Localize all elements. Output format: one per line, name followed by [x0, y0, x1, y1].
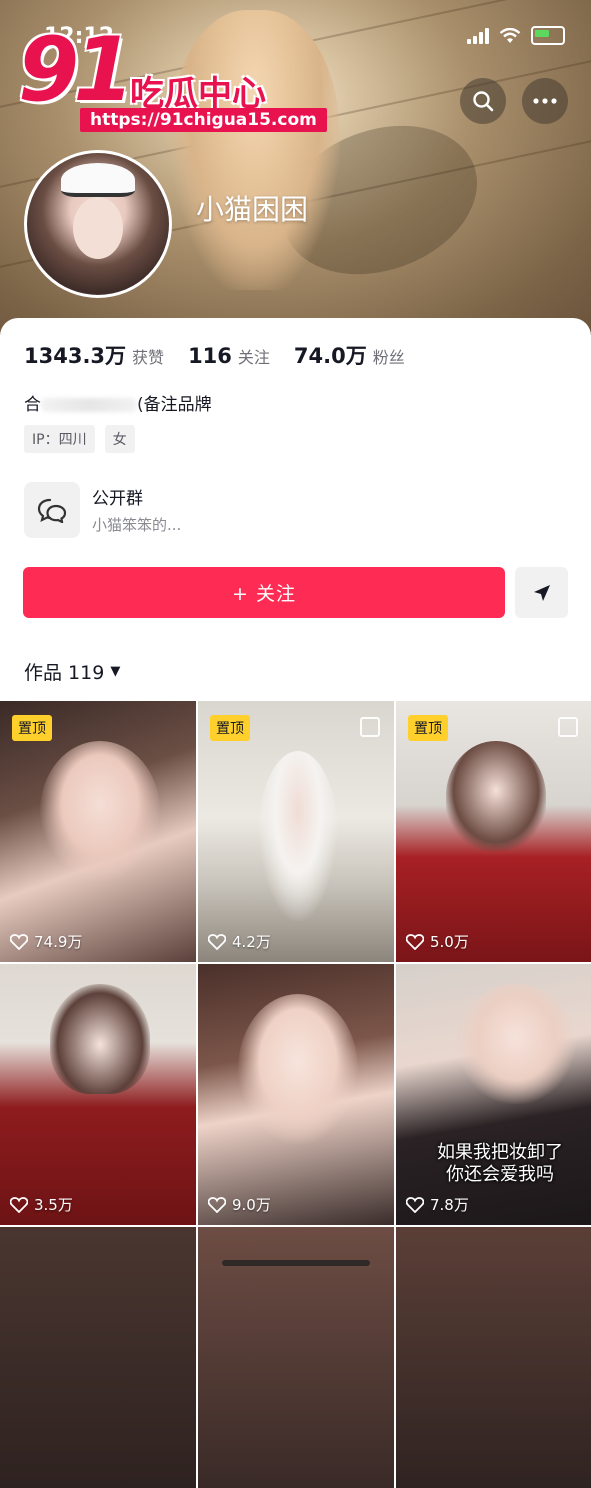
pinned-badge: 置顶 [12, 715, 52, 741]
works-tab[interactable]: 作品 119 ▼ [24, 658, 120, 685]
home-indicator[interactable] [222, 1260, 370, 1266]
video-tile-1[interactable]: 置顶 74.9万 [0, 701, 196, 962]
search-button[interactable] [460, 78, 506, 124]
username: 小猫困困 [196, 193, 309, 226]
video-tile-3[interactable]: 置顶 5.0万 [396, 701, 591, 962]
share-button[interactable] [515, 567, 568, 618]
video-tile-4[interactable]: 3.5万 [0, 964, 196, 1225]
pinned-badge: 置顶 [210, 715, 250, 741]
battery-icon [531, 26, 565, 45]
group-subtitle: 小猫笨笨的... [92, 516, 182, 534]
video-likes: 3.5万 [10, 1194, 73, 1215]
multi-image-icon [558, 717, 578, 737]
heart-icon [10, 933, 28, 950]
signal-icon [467, 27, 489, 44]
heart-icon [208, 933, 226, 950]
video-grid: 置顶 74.9万 置顶 4.2万 置顶 5.0万 3.5万 9.0万 如果我把妆… [0, 701, 591, 1488]
profile-tags: IP：四川 女 [24, 425, 135, 453]
watermark-logo: 91 吃瓜中心 https://91chigua15.com [18, 18, 327, 138]
bio-redacted [41, 398, 137, 412]
chat-group-icon [24, 482, 80, 538]
video-tile-2[interactable]: 置顶 4.2万 [198, 701, 394, 962]
more-icon [533, 98, 557, 104]
gender-tag: 女 [104, 425, 135, 453]
heart-icon [406, 933, 424, 950]
video-tile-7[interactable] [0, 1227, 196, 1488]
search-icon [473, 91, 494, 112]
stat-followers[interactable]: 74.0万 粉丝 [294, 340, 405, 370]
send-icon [533, 584, 550, 601]
video-likes: 4.2万 [208, 931, 271, 952]
stat-likes[interactable]: 1343.3万 获赞 [24, 340, 164, 370]
video-tile-6[interactable]: 如果我把妆卸了 你还会爱我吗 7.8万 [396, 964, 591, 1225]
dropdown-icon: ▼ [110, 664, 121, 679]
video-likes: 74.9万 [10, 931, 82, 952]
video-tile-8[interactable] [198, 1227, 394, 1488]
stat-following[interactable]: 116 关注 [188, 344, 270, 368]
heart-icon [10, 1196, 28, 1213]
avatar[interactable] [24, 150, 172, 298]
bio-text: 合 (备注品牌 [24, 395, 212, 415]
status-icons [467, 26, 565, 45]
video-caption: 如果我把妆卸了 你还会爱我吗 [437, 1142, 563, 1185]
profile-stats: 1343.3万 获赞 116 关注 74.0万 粉丝 [24, 340, 405, 370]
video-likes: 9.0万 [208, 1194, 271, 1215]
heart-icon [406, 1196, 424, 1213]
watermark-number: 91 [18, 18, 134, 121]
follow-button[interactable]: + 关注 [23, 567, 505, 618]
more-button[interactable] [522, 78, 568, 124]
video-likes: 5.0万 [406, 931, 469, 952]
video-tile-9[interactable] [396, 1227, 591, 1488]
heart-icon [208, 1196, 226, 1213]
ip-tag: IP：四川 [24, 425, 95, 453]
video-likes: 7.8万 [406, 1194, 469, 1215]
watermark-url: https://91chigua15.com [80, 108, 327, 132]
video-tile-5[interactable]: 9.0万 [198, 964, 394, 1225]
multi-image-icon [360, 717, 380, 737]
group-title: 公开群 [92, 489, 143, 509]
wifi-icon [499, 27, 521, 44]
public-group[interactable]: 公开群 小猫笨笨的... [24, 482, 584, 540]
pinned-badge: 置顶 [408, 715, 448, 741]
